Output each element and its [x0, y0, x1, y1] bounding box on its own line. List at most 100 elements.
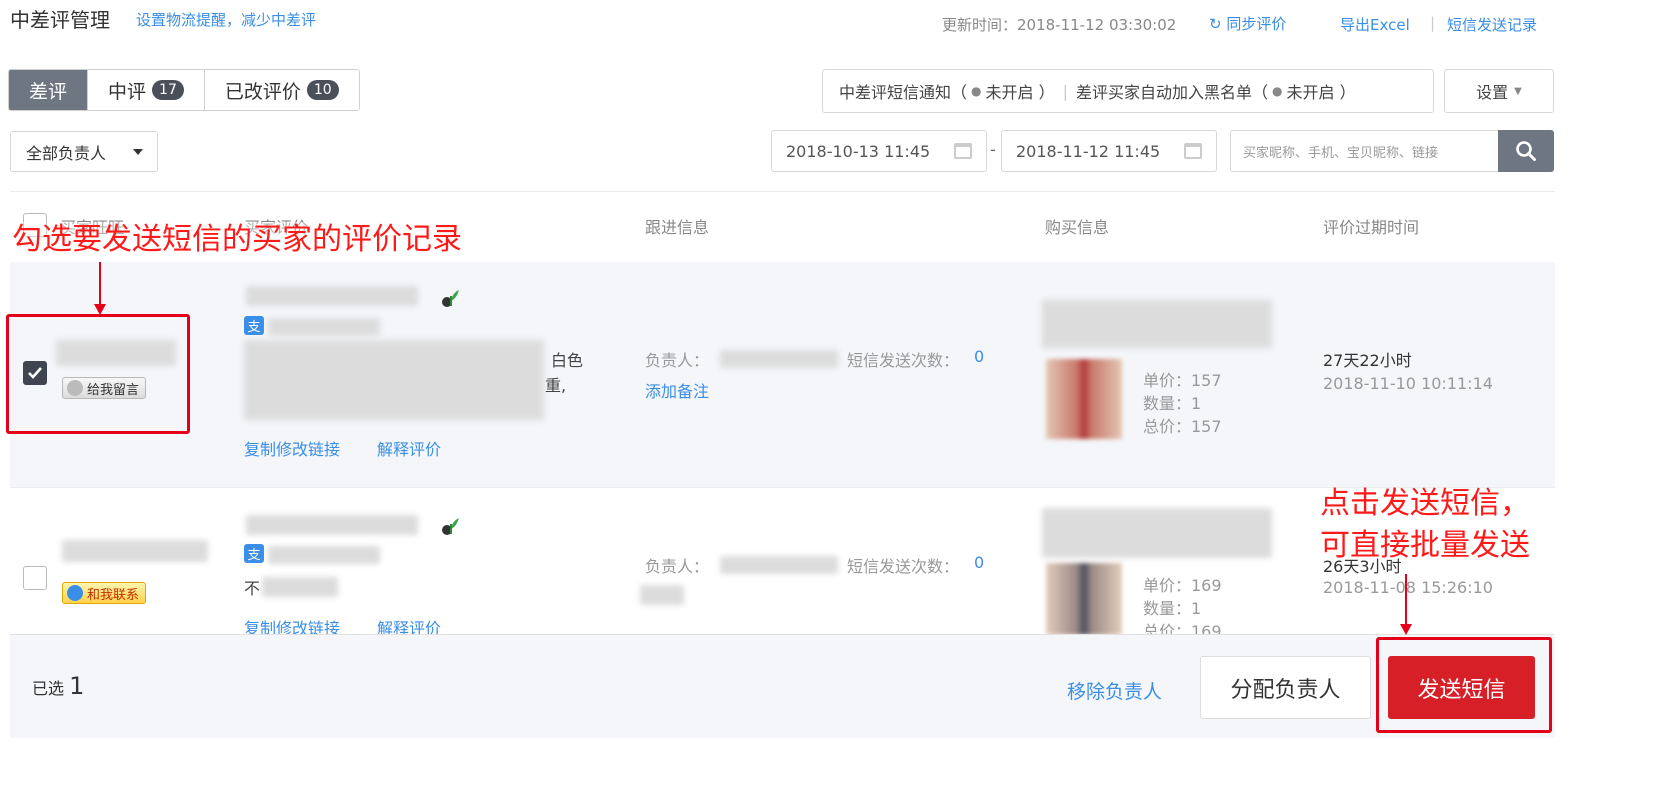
divider: [10, 191, 1555, 192]
automation-status-bar: 中差评短信通知（ ● 未开启 ） | 差评买家自动加入黑名单（ ● 未开启 ）: [822, 69, 1434, 113]
owner-name-redacted: [720, 350, 838, 368]
assign-owner-button[interactable]: 分配负责人: [1200, 656, 1371, 719]
status-divider: |: [1062, 81, 1068, 101]
note-redacted: [640, 585, 684, 605]
owner-filter-value: 全部负责人: [26, 143, 107, 163]
blacklist-state: 未开启 ）: [1286, 83, 1356, 102]
buyer-name-redacted: [62, 540, 208, 562]
tab-label: 中评: [108, 80, 147, 103]
settings-dropdown[interactable]: 设置 ▼: [1444, 69, 1554, 113]
date-from-input[interactable]: 2018-10-13 11:45: [771, 130, 987, 172]
tab-label: 差评: [29, 80, 68, 103]
add-note-link[interactable]: 添加备注: [645, 378, 709, 402]
review-text-redacted: [244, 340, 544, 420]
chat-icon: [67, 585, 83, 601]
column-followup: 跟进信息: [645, 218, 710, 237]
status-dot-icon: ●: [1272, 84, 1283, 98]
count-badge: 17: [152, 80, 184, 100]
header-divider: |: [1430, 14, 1436, 32]
copy-edit-link[interactable]: 复制修改链接: [244, 436, 340, 460]
unit-price: 单价：169: [1143, 576, 1222, 595]
settings-label: 设置: [1476, 83, 1509, 102]
product-title-redacted: [1042, 300, 1272, 348]
owner-label: 负责人：: [645, 557, 710, 576]
status-dot-icon: ●: [971, 84, 982, 98]
explain-review-link[interactable]: 解释评价: [377, 436, 441, 460]
review-text-redacted: [262, 577, 338, 597]
selected-label: 已选: [32, 679, 65, 698]
sms-count-label: 短信发送次数：: [847, 557, 960, 576]
expire-time: 2018-11-10 10:11:14: [1323, 374, 1493, 393]
date-from-value: 2018-10-13 11:45: [786, 141, 931, 161]
search-button[interactable]: [1498, 130, 1554, 172]
updated-time: 更新时间：2018-11-12 03:30:02: [942, 16, 1177, 34]
date-separator: -: [990, 140, 996, 159]
date-to-value: 2018-11-12 11:45: [1016, 141, 1161, 161]
alipay-icon: 支: [244, 544, 264, 563]
selected-number: 1: [69, 672, 85, 700]
row-checkbox[interactable]: [23, 566, 47, 590]
sms-log-link[interactable]: 短信发送记录: [1447, 14, 1537, 35]
owner-filter-select[interactable]: 全部负责人: [10, 131, 158, 172]
annotation-highlight-box: [1376, 637, 1552, 733]
sms-count: 0: [974, 347, 985, 366]
sync-label: 同步评价: [1226, 15, 1287, 33]
alipay-account-redacted: [268, 546, 380, 564]
product-thumbnail[interactable]: [1046, 359, 1122, 439]
annotation-check-hint: 勾选要发送短信的买家的评价记录: [12, 222, 462, 258]
tab-neutral[interactable]: 中评 17: [88, 70, 205, 110]
arrow-down-icon: [94, 262, 106, 315]
page-title: 中差评管理: [10, 8, 110, 32]
product-name-redacted: [246, 515, 418, 535]
calendar-icon: [1184, 143, 1202, 159]
annotation-send-hint-2: 可直接批量发送: [1320, 528, 1530, 563]
arrow-down-icon: [1400, 574, 1412, 635]
product-thumbnail[interactable]: [1046, 563, 1122, 635]
review-type-tabs: 差评 中评 17 已改评价 10: [8, 69, 360, 111]
review-fragment: 重,: [545, 376, 567, 395]
blacklist-label[interactable]: 差评买家自动加入黑名单（: [1076, 79, 1268, 103]
refresh-icon: ↻: [1209, 15, 1222, 33]
expire-remaining: 27天22小时: [1323, 351, 1412, 370]
review-text: 不: [244, 579, 261, 598]
sprout-icon: [442, 290, 459, 307]
sprout-icon: [442, 518, 459, 535]
product-name-redacted: [246, 286, 418, 306]
total-price: 总价：157: [1143, 417, 1222, 436]
sms-count-label: 短信发送次数：: [847, 351, 960, 370]
sync-reviews-button[interactable]: ↻ 同步评价: [1209, 13, 1286, 34]
column-expire: 评价过期时间: [1323, 218, 1420, 237]
search-placeholder: 买家昵称、手机、宝贝昵称、链接: [1243, 145, 1439, 161]
tab-label: 已改评价: [224, 80, 301, 103]
owner-label: 负责人：: [645, 351, 710, 370]
alipay-account-redacted: [268, 318, 380, 336]
remove-owner-link[interactable]: 移除负责人: [1067, 677, 1162, 704]
owner-name-redacted: [720, 556, 838, 574]
search-icon: [1516, 141, 1536, 161]
tab-modified[interactable]: 已改评价 10: [204, 70, 359, 110]
annotation-highlight-box: [6, 314, 190, 434]
sms-notify-state: 未开启 ）: [985, 83, 1055, 102]
export-excel-link[interactable]: 导出Excel: [1340, 14, 1410, 35]
quantity: 数量：1: [1143, 394, 1202, 413]
calendar-icon: [954, 143, 972, 159]
annotation-send-hint-1: 点击发送短信，: [1320, 486, 1530, 521]
product-title-redacted: [1042, 508, 1272, 558]
date-to-input[interactable]: 2018-11-12 11:45: [1001, 130, 1217, 172]
unit-price: 单价：157: [1143, 371, 1222, 390]
quantity: 数量：1: [1143, 599, 1202, 618]
sms-count: 0: [974, 553, 985, 572]
caret-down-icon: [133, 149, 143, 155]
selected-count: 已选 1: [32, 672, 84, 700]
count-badge: 10: [306, 80, 339, 100]
column-purchase: 购买信息: [1045, 218, 1110, 237]
badge-label: 和我联系: [87, 587, 140, 603]
tab-negative[interactable]: 差评: [9, 70, 89, 110]
caret-down-icon: ▼: [1514, 85, 1522, 97]
sms-notify-label[interactable]: 中差评短信通知（: [839, 79, 967, 103]
contact-me-badge[interactable]: 和我联系: [62, 582, 147, 604]
logistics-reminder-link[interactable]: 设置物流提醒，减少中差评: [136, 9, 316, 30]
review-fragment: 白色: [551, 351, 584, 370]
search-input[interactable]: 买家昵称、手机、宝贝昵称、链接: [1230, 130, 1500, 172]
alipay-icon: 支: [244, 316, 264, 335]
